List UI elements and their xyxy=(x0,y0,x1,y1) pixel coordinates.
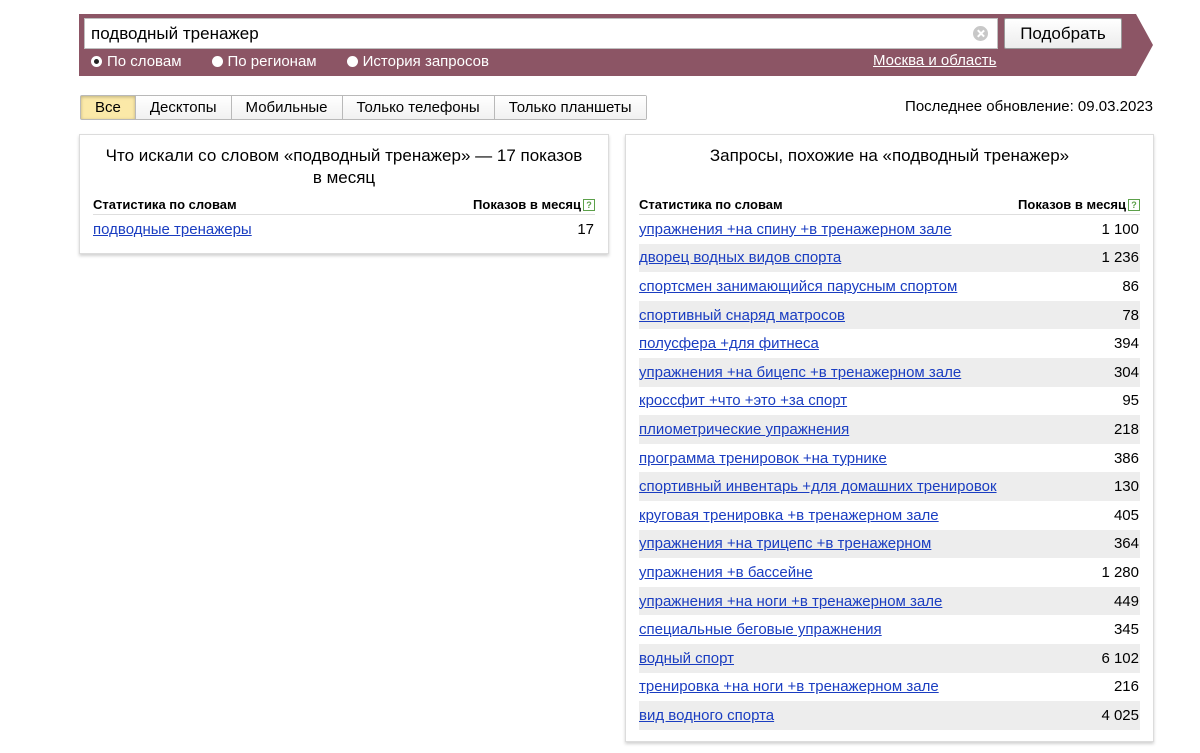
words-stats-panel: Что искали со словом «подводный тренажер… xyxy=(79,134,609,254)
radio-by-words[interactable]: По словам xyxy=(91,53,182,70)
similar-table: Статистика по словам Показов в месяц ? у… xyxy=(639,196,1140,730)
tab-desktops[interactable]: Десктопы xyxy=(134,96,231,119)
table-row: тренировка +на ноги +в тренажерном зале 2… xyxy=(639,673,1140,702)
table-row: специальные беговые упражнения 345 xyxy=(639,615,1140,644)
phrase-link[interactable]: вид водного спорта xyxy=(639,707,774,724)
table-row: кроссфит +что +это +за спорт 95 xyxy=(639,387,1140,416)
phrase-link[interactable]: спортивный снаряд матросов xyxy=(639,307,845,324)
phrase-link[interactable]: спортсмен занимающийся парусным спортом xyxy=(639,278,957,295)
table-row: спортивный инвентарь +для домашних трени… xyxy=(639,472,1140,501)
shows-count: 394 xyxy=(1113,335,1139,353)
help-icon[interactable]: ? xyxy=(583,198,595,211)
column-header-shows-label: Показов в месяц xyxy=(473,197,581,212)
tab-all[interactable]: Все xyxy=(81,96,135,119)
banner-arrow xyxy=(1136,14,1153,76)
shows-count: 1 236 xyxy=(1101,249,1139,267)
column-header-words: Статистика по словам xyxy=(639,197,783,212)
radio-checked-icon xyxy=(91,55,102,67)
table-row: упражнения +на трицепс +в тренажерном 364 xyxy=(639,529,1140,559)
table-body: упражнения +на спину +в тренажерном зале… xyxy=(639,215,1140,730)
table-row: упражнения +на ноги +в тренажерном зале 4… xyxy=(639,586,1140,616)
shows-count: 17 xyxy=(577,220,594,238)
shows-count: 86 xyxy=(1122,277,1139,295)
phrase-link[interactable]: упражнения +на бицепс +в тренажерном зал… xyxy=(639,364,961,381)
radio-query-history[interactable]: История запросов xyxy=(346,52,489,70)
phrase-link[interactable]: программа тренировок +на турнике xyxy=(639,450,887,467)
table-row: упражнения +на спину +в тренажерном зале… xyxy=(639,215,1140,244)
table-row: спортсмен занимающийся парусным спортом 8… xyxy=(639,272,1140,301)
words-table: Статистика по словам Показов в месяц ? п… xyxy=(93,196,595,244)
search-mode-group: По словам По регионам История запросов xyxy=(91,52,519,70)
phrase-link[interactable]: упражнения +на ноги +в тренажерном зале xyxy=(639,593,942,610)
column-header-words: Статистика по словам xyxy=(93,197,237,212)
shows-count: 304 xyxy=(1113,363,1139,381)
table-row: программа тренировок +на турнике 386 xyxy=(639,444,1140,473)
phrase-link[interactable]: упражнения +на трицепс +в тренажерном xyxy=(639,535,931,552)
search-input[interactable] xyxy=(91,19,961,48)
phrase-link[interactable]: упражнения +в бассейне xyxy=(639,564,813,581)
phrase-link[interactable]: спортивный инвентарь +для домашних трени… xyxy=(639,478,997,495)
column-header-shows: Показов в месяц ? xyxy=(473,197,595,212)
shows-count: 218 xyxy=(1113,420,1139,438)
tab-tablets-only[interactable]: Только планшеты xyxy=(493,96,646,119)
radio-unchecked-icon xyxy=(346,55,358,67)
table-row: упражнения +в бассейне 1 280 xyxy=(639,558,1140,587)
submit-button[interactable]: Подобрать xyxy=(1004,18,1122,49)
shows-count: 1 280 xyxy=(1101,563,1139,581)
table-body: подводные тренажеры 17 xyxy=(93,215,595,244)
table-row: вид водного спорта 4 025 xyxy=(639,701,1140,730)
table-row: подводные тренажеры 17 xyxy=(93,215,595,244)
table-row: плиометрические упражнения 218 xyxy=(639,415,1140,444)
last-update: Последнее обновление: 09.03.2023 xyxy=(905,98,1153,115)
tab-mobile[interactable]: Мобильные xyxy=(230,96,342,119)
phrase-link[interactable]: водный спорт xyxy=(639,650,734,667)
table-header: Статистика по словам Показов в месяц ? xyxy=(639,196,1140,215)
phrase-link[interactable]: упражнения +на спину +в тренажерном зале xyxy=(639,221,952,238)
column-header-shows: Показов в месяц ? xyxy=(1018,197,1140,212)
shows-count: 345 xyxy=(1113,621,1139,639)
phrase-link[interactable]: круговая тренировка +в тренажерном зале xyxy=(639,507,939,524)
shows-count: 364 xyxy=(1113,535,1139,553)
radio-unchecked-icon xyxy=(211,55,223,67)
table-row: дворец водных видов спорта 1 236 xyxy=(639,243,1140,273)
help-icon[interactable]: ? xyxy=(1128,198,1140,211)
similar-queries-panel: Запросы, похожие на «подводный тренажер»… xyxy=(625,134,1154,742)
table-header: Статистика по словам Показов в месяц ? xyxy=(93,196,595,215)
shows-count: 405 xyxy=(1113,506,1139,524)
tab-phones-only[interactable]: Только телефоны xyxy=(341,96,494,119)
phrase-link[interactable]: специальные беговые упражнения xyxy=(639,621,882,638)
phrase-link[interactable]: полусфера +для фитнеса xyxy=(639,335,819,352)
radio-label: История запросов xyxy=(362,52,489,70)
phrase-link[interactable]: кроссфит +что +это +за спорт xyxy=(639,392,847,409)
phrase-link[interactable]: плиометрические упражнения xyxy=(639,421,849,438)
panel-title: Что искали со словом «подводный тренажер… xyxy=(105,146,583,187)
phrase-link[interactable]: дворец водных видов спорта xyxy=(639,249,841,266)
table-row: полусфера +для фитнеса 394 xyxy=(639,329,1140,358)
shows-count: 216 xyxy=(1113,678,1139,696)
table-row: спортивный снаряд матросов 78 xyxy=(639,300,1140,330)
shows-count: 449 xyxy=(1113,592,1139,610)
shows-count: 95 xyxy=(1122,392,1139,410)
shows-count: 130 xyxy=(1113,478,1139,496)
panel-title: Запросы, похожие на «подводный тренажер» xyxy=(709,146,1070,165)
radio-label: По словам xyxy=(107,52,182,70)
shows-count: 6 102 xyxy=(1101,649,1139,667)
table-row: круговая тренировка +в тренажерном зале 4… xyxy=(639,501,1140,530)
radio-label: По регионам xyxy=(227,52,317,70)
clear-icon[interactable] xyxy=(973,26,988,41)
radio-by-regions[interactable]: По регионам xyxy=(211,52,317,70)
device-tabs: Все Десктопы Мобильные Только телефоны Т… xyxy=(80,95,647,120)
shows-count: 1 100 xyxy=(1101,220,1139,238)
phrase-link[interactable]: подводные тренажеры xyxy=(93,221,252,238)
region-link[interactable]: Москва и область xyxy=(873,52,996,69)
shows-count: 386 xyxy=(1113,449,1139,467)
shows-count: 78 xyxy=(1122,306,1139,324)
search-box xyxy=(84,18,998,49)
table-row: водный спорт 6 102 xyxy=(639,643,1140,673)
table-row: упражнения +на бицепс +в тренажерном зал… xyxy=(639,357,1140,387)
phrase-link[interactable]: тренировка +на ноги +в тренажерном зале xyxy=(639,678,939,695)
shows-count: 4 025 xyxy=(1101,706,1139,724)
column-header-shows-label: Показов в месяц xyxy=(1018,197,1126,212)
